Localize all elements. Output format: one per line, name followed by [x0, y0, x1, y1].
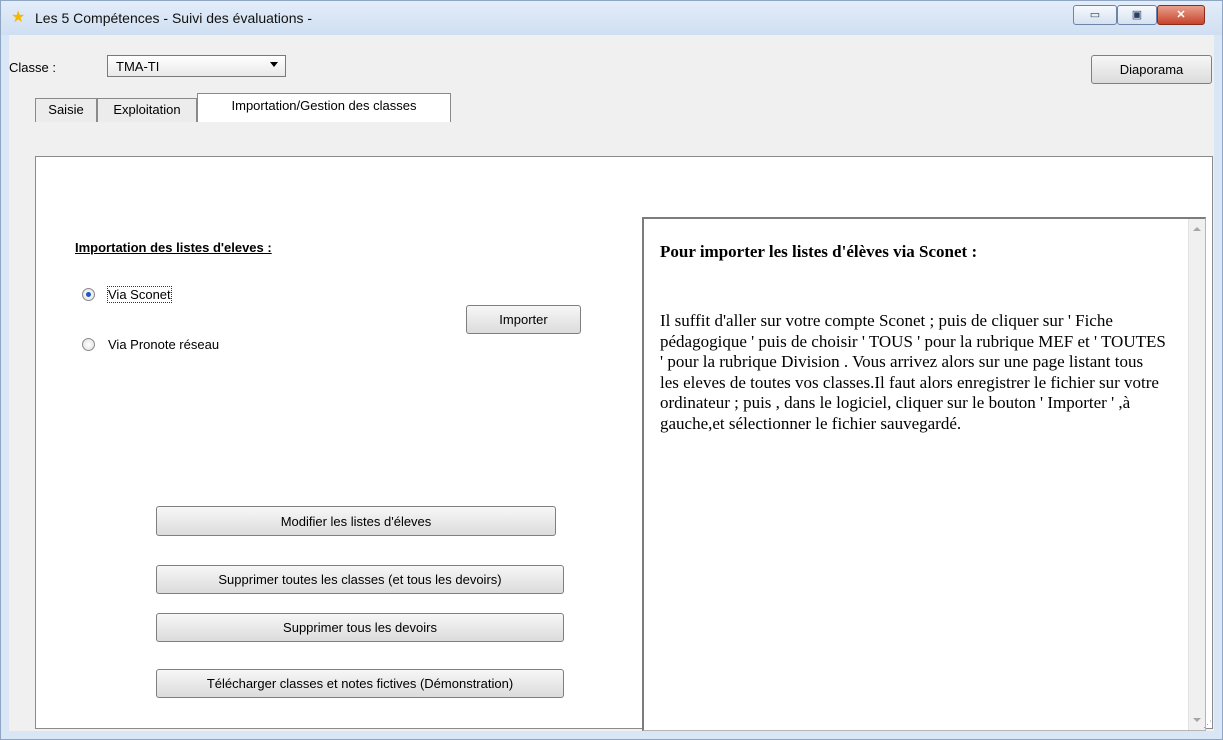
- delete-all-classes-button[interactable]: Supprimer toutes les classes (et tous le…: [156, 565, 564, 594]
- modify-lists-button[interactable]: Modifier les listes d'éleves: [156, 506, 556, 536]
- delete-all-homework-button[interactable]: Supprimer tous les devoirs: [156, 613, 564, 642]
- classe-select[interactable]: TMA-TI: [107, 55, 286, 77]
- import-section-title: Importation des listes d'eleves :: [75, 240, 272, 255]
- vertical-scrollbar[interactable]: [1188, 219, 1205, 730]
- title-bar[interactable]: ★ Les 5 Compétences - Suivi des évaluati…: [1, 1, 1222, 35]
- scroll-down-icon[interactable]: [1193, 718, 1201, 722]
- radio-unselected-icon[interactable]: [82, 338, 95, 351]
- maximize-button[interactable]: ▣: [1117, 5, 1157, 25]
- resize-grip-icon[interactable]: ⋰: [1203, 719, 1212, 730]
- scroll-up-icon[interactable]: [1193, 227, 1201, 231]
- classe-label: Classe :: [9, 60, 56, 75]
- client-area: Classe : TMA-TI Diaporama Saisie Exploit…: [9, 35, 1214, 731]
- app-window: ★ Les 5 Compétences - Suivi des évaluati…: [0, 0, 1223, 740]
- tab-page-importation: Importation des listes d'eleves : Via Sc…: [35, 156, 1213, 731]
- radio-selected-icon[interactable]: [82, 288, 95, 301]
- radio-via-pronote-label[interactable]: Via Pronote réseau: [108, 337, 219, 352]
- classe-select-value: TMA-TI: [116, 59, 160, 74]
- info-body: Il suffit d'aller sur votre compte Scone…: [660, 311, 1166, 433]
- close-button[interactable]: ✕: [1157, 5, 1205, 25]
- info-title: Pour importer les listes d'élèves via Sc…: [660, 242, 978, 261]
- chevron-down-icon[interactable]: [270, 62, 278, 67]
- info-textbox[interactable]: Pour importer les listes d'élèves via Sc…: [642, 217, 1206, 731]
- import-button[interactable]: Importer: [466, 305, 581, 334]
- minimize-button[interactable]: ▭: [1073, 5, 1117, 25]
- download-demo-button[interactable]: Télécharger classes et notes fictives (D…: [156, 669, 564, 698]
- star-icon: ★: [11, 9, 26, 26]
- diaporama-button[interactable]: Diaporama: [1091, 55, 1212, 84]
- window-title: Les 5 Compétences - Suivi des évaluation…: [35, 10, 313, 26]
- tab-importation-gestion[interactable]: Importation/Gestion des classes: [197, 93, 451, 122]
- tab-saisie[interactable]: Saisie: [35, 98, 97, 122]
- tab-exploitation[interactable]: Exploitation: [97, 98, 197, 122]
- radio-via-sconet-label[interactable]: Via Sconet: [107, 286, 172, 303]
